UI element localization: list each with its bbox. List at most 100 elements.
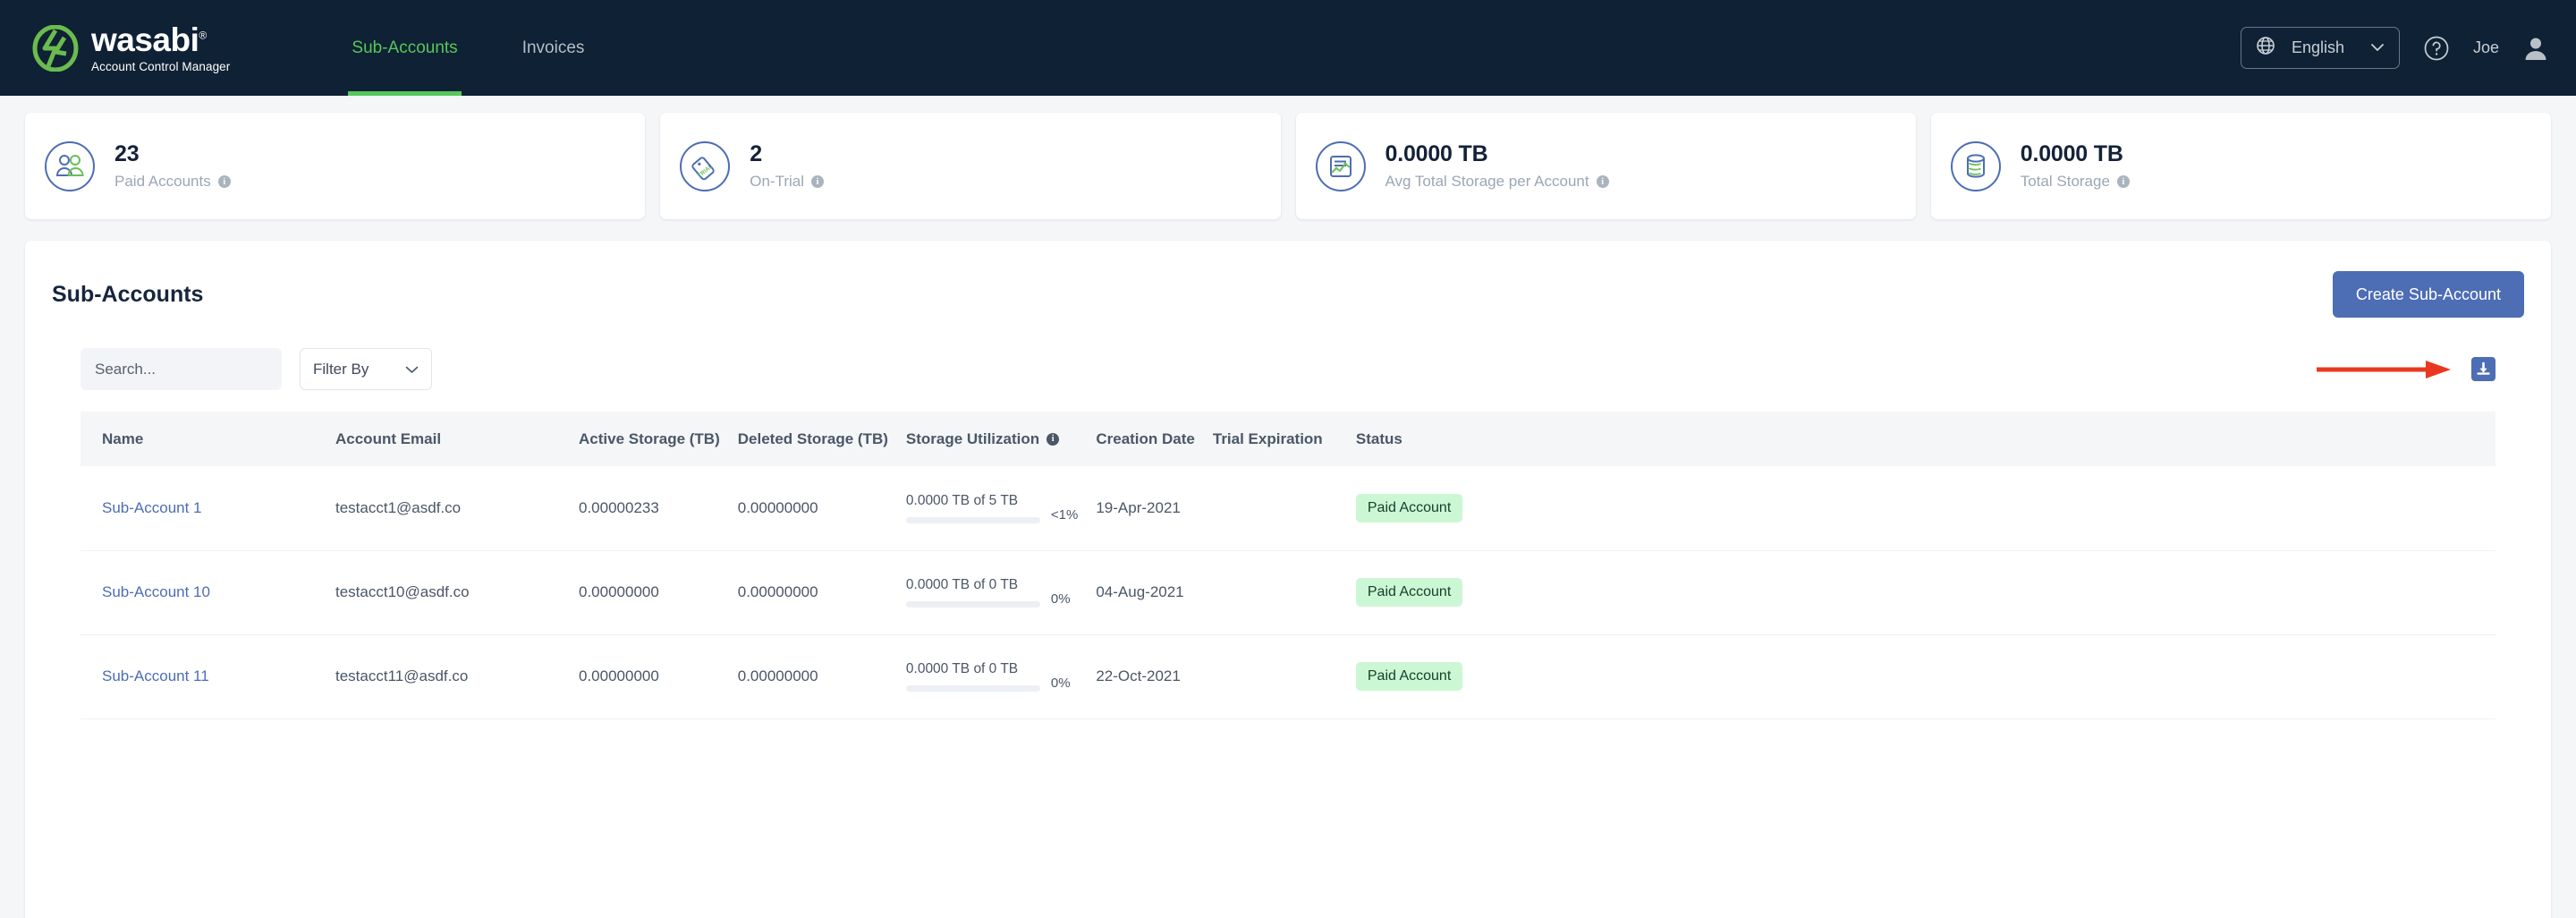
cell-status: Paid Account <box>1347 466 2496 550</box>
cell-name: Sub-Account 10 <box>80 550 326 634</box>
status-badge: Paid Account <box>1355 493 1463 523</box>
language-label: English <box>2291 38 2345 56</box>
stat-card-paid-accounts: 23 Paid Accounts i <box>25 113 646 219</box>
cell-deleted-storage: 0.00000000 <box>737 583 818 600</box>
column-header-status[interactable]: Status <box>1347 412 2496 466</box>
search-input[interactable] <box>80 348 282 390</box>
create-sub-account-button[interactable]: Create Sub-Account <box>2332 271 2524 318</box>
column-header-deleted-storage[interactable]: Deleted Storage (TB) <box>729 412 897 466</box>
info-icon[interactable]: i <box>2116 175 2130 189</box>
annotation-red-arrow <box>2315 358 2453 381</box>
username-label: Joe <box>2472 38 2499 56</box>
info-icon[interactable]: i <box>217 175 231 189</box>
info-icon[interactable]: i <box>1046 432 1060 446</box>
cell-deleted-storage: 0.00000000 <box>737 498 818 516</box>
stat-label-text: Paid Accounts <box>114 173 211 191</box>
nav-right-group: English Joe <box>2240 27 2549 69</box>
chart-storage-icon <box>1315 140 1366 191</box>
cell-storage-utilization: 0.0000 TB of 0 TB 0% <box>897 634 1087 718</box>
sub-accounts-table: Name Account Email Active Storage (TB) D… <box>80 412 2496 719</box>
stat-label: On-Trial i <box>750 173 825 191</box>
utilization-text: 0.0000 TB of 0 TB <box>905 661 1019 676</box>
utilization-percent: <1% <box>1050 506 1079 523</box>
cell-storage-utilization: 0.0000 TB of 5 TB <1% <box>897 466 1087 550</box>
utilization-text: 0.0000 TB of 5 TB <box>905 492 1019 508</box>
svg-text:TRIAL: TRIAL <box>697 163 714 179</box>
cell-account-email: testacct11@asdf.co <box>335 667 469 684</box>
stat-label: Total Storage i <box>2021 173 2130 191</box>
table-row[interactable]: Sub-Account 11 testacct11@asdf.co 0.0000… <box>80 634 2496 718</box>
top-navigation-bar: wasabi® Account Control Manager Sub-Acco… <box>0 0 2576 96</box>
utilization-percent: 0% <box>1050 591 1071 607</box>
stat-label: Avg Total Storage per Account i <box>1385 173 1609 191</box>
table-row[interactable]: Sub-Account 1 testacct1@asdf.co 0.000002… <box>80 466 2496 550</box>
stat-label: Paid Accounts i <box>114 173 231 191</box>
two-people-icon <box>45 140 95 191</box>
status-badge: Paid Account <box>1355 578 1463 607</box>
brand-logo[interactable]: wasabi® Account Control Manager <box>32 23 230 73</box>
tab-invoices[interactable]: Invoices <box>519 0 589 96</box>
sub-account-link[interactable]: Sub-Account 1 <box>102 499 202 516</box>
main-nav-tabs: Sub-Accounts Invoices <box>319 0 616 96</box>
help-circle-icon[interactable] <box>2423 35 2450 62</box>
filter-by-label: Filter By <box>313 360 369 378</box>
brand-subtitle: Account Control Manager <box>91 59 231 73</box>
utilization-progress-bar <box>905 516 1040 523</box>
database-icon <box>1950 140 2001 191</box>
column-header-name[interactable]: Name <box>80 412 326 466</box>
chevron-down-icon <box>2370 40 2385 56</box>
cell-status: Paid Account <box>1347 634 2496 718</box>
cell-deleted-storage: 0.00000000 <box>737 667 818 684</box>
stat-value: 0.0000 TB <box>1385 140 1488 166</box>
cell-trial-expiration <box>1204 466 1347 550</box>
cell-trial-expiration <box>1204 634 1347 718</box>
panel-header: Sub-Accounts Create Sub-Account <box>25 241 2551 318</box>
table-header-row: Name Account Email Active Storage (TB) D… <box>80 412 2496 466</box>
filter-by-dropdown[interactable]: Filter By <box>300 348 432 390</box>
stat-label-text: On-Trial <box>750 173 805 191</box>
tab-sub-accounts[interactable]: Sub-Accounts <box>348 0 462 96</box>
cell-account-email: testacct10@asdf.co <box>335 583 470 600</box>
utilization-text: 0.0000 TB of 0 TB <box>905 577 1019 592</box>
globe-icon <box>2256 36 2275 60</box>
stat-label-text: Avg Total Storage per Account <box>1385 173 1589 191</box>
table-header: Name Account Email Active Storage (TB) D… <box>80 412 2496 466</box>
stat-value: 2 <box>750 140 762 166</box>
brand-wordmark: wasabi® <box>91 21 207 58</box>
cell-active-storage: 0.00000233 <box>579 498 659 516</box>
page-title: Sub-Accounts <box>52 281 204 307</box>
download-icon[interactable] <box>2471 357 2496 381</box>
info-icon[interactable]: i <box>811 175 825 189</box>
stat-card-on-trial: TRIAL 2 On-Trial i <box>660 113 1281 219</box>
utilization-progress-bar <box>905 685 1040 692</box>
stat-card-avg-storage: 0.0000 TB Avg Total Storage per Account … <box>1295 113 1916 219</box>
column-header-creation-date[interactable]: Creation Date <box>1087 412 1204 466</box>
info-icon[interactable]: i <box>1596 175 1609 189</box>
stat-cards-row: 23 Paid Accounts i TRIAL 2 On-Trial i 0.… <box>0 113 2576 219</box>
cell-creation-date: 22-Oct-2021 <box>1096 667 1181 684</box>
table-body: Sub-Account 1 testacct1@asdf.co 0.000002… <box>80 466 2496 718</box>
sub-accounts-panel: Sub-Accounts Create Sub-Account Filter B… <box>25 241 2551 918</box>
cell-trial-expiration <box>1204 550 1347 634</box>
cell-storage-utilization: 0.0000 TB of 0 TB 0% <box>897 550 1087 634</box>
cell-active-storage: 0.00000000 <box>579 583 659 600</box>
cell-creation-date: 04-Aug-2021 <box>1096 583 1184 600</box>
utilization-progress-bar <box>905 601 1040 608</box>
column-header-trial-expiration[interactable]: Trial Expiration <box>1204 412 1347 466</box>
trial-tag-icon: TRIAL <box>680 140 731 191</box>
cell-active-storage: 0.00000000 <box>579 667 659 684</box>
column-header-account-email[interactable]: Account Email <box>326 412 570 466</box>
utilization-percent: 0% <box>1050 676 1071 691</box>
table-controls: Filter By <box>25 318 2551 390</box>
stat-label-text: Total Storage <box>2020 173 2110 191</box>
column-header-storage-utilization[interactable]: Storage Utilization i <box>897 412 1087 466</box>
user-avatar-icon[interactable] <box>2522 35 2549 62</box>
column-header-active-storage[interactable]: Active Storage (TB) <box>570 412 729 466</box>
stat-value: 23 <box>114 140 140 166</box>
table-row[interactable]: Sub-Account 10 testacct10@asdf.co 0.0000… <box>80 550 2496 634</box>
stat-value: 0.0000 TB <box>2020 140 2123 166</box>
sub-account-link[interactable]: Sub-Account 11 <box>102 667 209 684</box>
language-selector[interactable]: English <box>2240 27 2400 69</box>
sub-account-link[interactable]: Sub-Account 10 <box>102 583 210 600</box>
cell-name: Sub-Account 11 <box>80 634 326 718</box>
